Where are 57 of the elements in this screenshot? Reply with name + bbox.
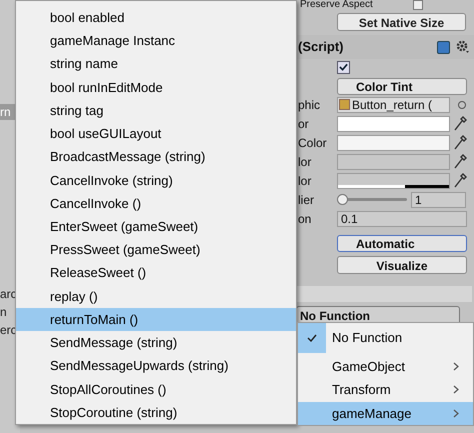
menu-item[interactable]: GameObject	[298, 354, 473, 378]
menu-item[interactable]: SendMessageUpwards (string)	[16, 354, 296, 378]
label-fragment: n	[0, 304, 8, 320]
navigation-dropdown[interactable]: Automatic	[337, 235, 467, 252]
sprite-icon	[339, 99, 350, 110]
number-field[interactable]: 0.1	[337, 210, 467, 226]
menu-item[interactable]: No Function	[298, 323, 473, 353]
color-field[interactable]	[337, 172, 450, 188]
object-field[interactable]: Button_return (	[337, 96, 450, 112]
color-field[interactable]	[337, 134, 450, 150]
menu-item[interactable]: StopAllCoroutines ()	[16, 378, 296, 401]
menu-item[interactable]: StopCoroutine (string)	[16, 400, 296, 424]
check-icon	[339, 63, 348, 71]
checkbox[interactable]	[337, 60, 350, 74]
menu-item[interactable]: Transform	[298, 378, 473, 402]
transition-dropdown[interactable]: Color Tint	[337, 78, 467, 95]
menu-item[interactable]: SendMessage (string)	[16, 331, 296, 354]
field-label: or	[297, 116, 310, 132]
eyedropper-icon[interactable]	[453, 154, 467, 170]
color-field[interactable]	[337, 154, 450, 170]
visualize-button[interactable]: Visualize	[337, 256, 467, 274]
color-field[interactable]	[337, 116, 450, 132]
eyedropper-icon[interactable]	[453, 116, 467, 132]
menu-item[interactable]: string name	[16, 52, 296, 76]
menu-item[interactable]: CancelInvoke (string)	[16, 168, 296, 192]
checkbox[interactable]	[412, 0, 423, 10]
menu-item[interactable]: gameManage Instanc	[16, 29, 296, 52]
chevron-right-icon	[453, 408, 459, 418]
menu-item[interactable]: EnterSweet (gameSweet)	[16, 214, 296, 238]
field-label: lor	[297, 154, 312, 170]
menu-item[interactable]: ReleaseSweet ()	[16, 261, 296, 285]
field-label: lier	[297, 192, 316, 208]
menu-item[interactable]: bool useGUILayout	[16, 122, 296, 146]
field-label: Color	[297, 134, 328, 152]
menu-item[interactable]: PressSweet (gameSweet)	[16, 238, 296, 262]
field-label: phic	[297, 96, 322, 114]
field-label: Preserve Aspect	[300, 0, 373, 10]
chevron-right-icon	[453, 385, 459, 394]
field-label: lor	[297, 172, 312, 190]
menu-item[interactable]: replay ()	[16, 284, 296, 308]
settings-icon[interactable]	[456, 40, 470, 54]
menu-item[interactable]: gameManage	[298, 402, 473, 426]
menu-item[interactable]: bool runInEditMode	[16, 76, 296, 99]
set-native-size-button[interactable]: Set Native Size	[337, 13, 466, 31]
menu-item[interactable]: bool enabled	[16, 6, 296, 30]
menu-item[interactable]: BroadcastMessage (string)	[16, 145, 296, 169]
component-title: (Script)	[298, 38, 344, 56]
menu-item[interactable]: CancelInvoke ()	[16, 192, 296, 215]
number-field[interactable]: 1	[411, 192, 466, 208]
check-icon	[307, 334, 317, 342]
field-label: on	[297, 210, 312, 228]
eyedropper-icon[interactable]	[453, 134, 467, 150]
target-icon[interactable]	[458, 100, 466, 108]
chevron-right-icon	[453, 362, 459, 372]
slider[interactable]	[337, 194, 407, 206]
eyedropper-icon[interactable]	[453, 172, 467, 188]
menu-item[interactable]: returnToMain ()	[16, 308, 296, 332]
